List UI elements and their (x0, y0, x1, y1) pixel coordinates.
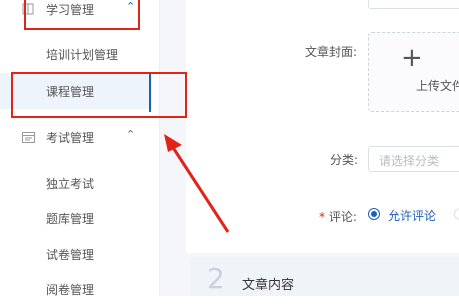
annotation-arrow-icon (164, 134, 230, 233)
